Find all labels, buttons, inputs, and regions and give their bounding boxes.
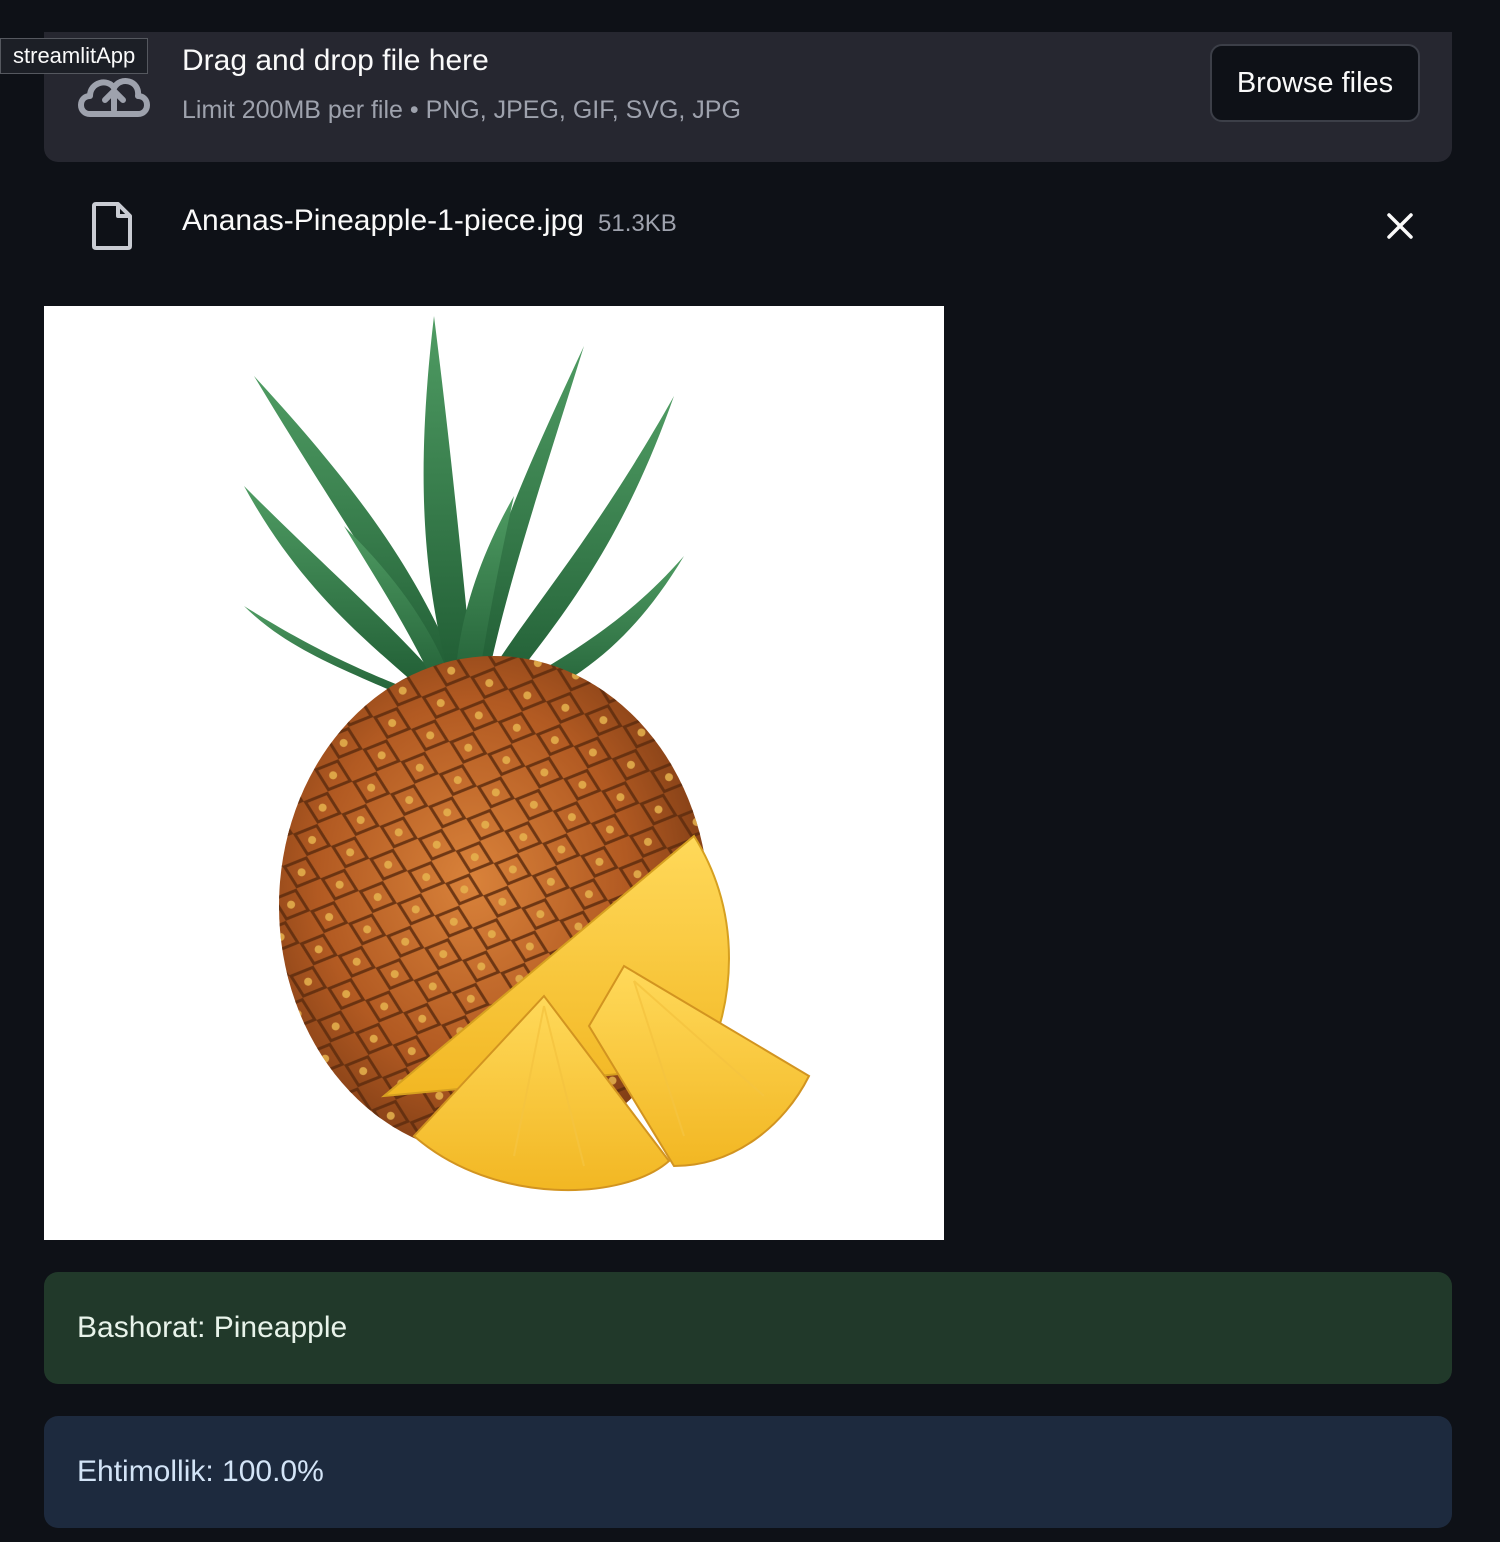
probability-alert: Ehtimollik: 100.0% xyxy=(44,1416,1452,1528)
close-icon[interactable] xyxy=(1380,206,1420,246)
app-tooltip: streamlitApp xyxy=(0,38,149,74)
uploaded-image xyxy=(44,306,944,1240)
browse-files-button[interactable]: Browse files xyxy=(1210,44,1420,122)
file-size: 51.3KB xyxy=(598,210,677,237)
file-icon xyxy=(90,200,134,252)
file-name: Ananas-Pineapple-1-piece.jpg xyxy=(182,204,584,237)
prediction-alert: Bashorat: Pineapple xyxy=(44,1272,1452,1384)
dropzone-title: Drag and drop file here xyxy=(182,44,489,77)
pineapple-illustration xyxy=(244,316,811,1192)
uploaded-file-row: Ananas-Pineapple-1-piece.jpg 51.3KB xyxy=(44,190,1452,262)
file-dropzone[interactable]: Drag and drop file here Limit 200MB per … xyxy=(44,32,1452,162)
dropzone-limits: Limit 200MB per file • PNG, JPEG, GIF, S… xyxy=(182,96,741,124)
